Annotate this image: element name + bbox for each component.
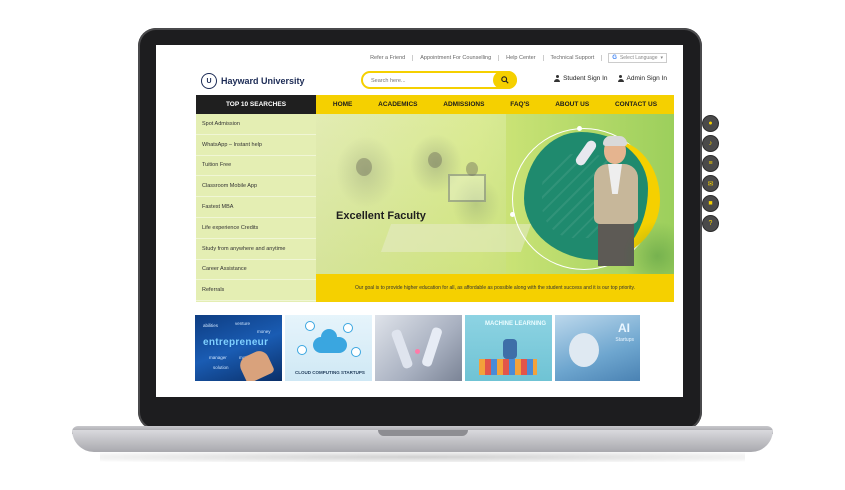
decorative-dot: [510, 212, 515, 217]
entrepreneur-word: entrepreneur: [203, 337, 269, 348]
laptop-shadow: [100, 452, 745, 462]
user-icon: [554, 75, 561, 82]
goal-strip: Our goal is to provide higher education …: [316, 274, 674, 302]
robot-arm: [390, 328, 414, 370]
top-searches-list: Spot Admission WhatsApp – Instant help T…: [196, 114, 316, 302]
logo-text: Hayward University: [221, 76, 305, 86]
user-icon: [617, 75, 624, 82]
search-icon: [501, 76, 509, 84]
search-item[interactable]: Tuition Free: [196, 156, 316, 177]
ai-caption: AI: [618, 321, 630, 335]
search-item[interactable]: Referrals: [196, 280, 316, 302]
signin-links: Student Sign In Admin Sign In: [554, 75, 667, 82]
nav-item-faqs[interactable]: FAQ'S: [510, 101, 529, 108]
site-logo[interactable]: U Hayward University: [201, 73, 305, 89]
network-node: [305, 321, 315, 331]
entrepreneur-thumbnail[interactable]: abilities venture money entrepreneur man…: [195, 315, 282, 381]
student-signin-label: Student Sign In: [563, 75, 608, 82]
university-crest-icon: U: [201, 73, 217, 89]
robot-head: [569, 333, 599, 367]
robotics-thumbnail[interactable]: [375, 315, 462, 381]
student-figure: [466, 162, 478, 176]
briefcase-icon[interactable]: ■: [702, 195, 719, 212]
glow-dot: [415, 349, 420, 354]
top-links: Refer a Friend Appointment For Counselli…: [363, 53, 667, 63]
thumb-word: venture: [235, 321, 251, 326]
thumb-word: solution: [213, 365, 229, 370]
student-figure: [356, 158, 372, 176]
help-icon[interactable]: ?: [702, 215, 719, 232]
floating-side-toolbar: ● ♪ ≡ ✉ ■ ?: [702, 115, 719, 232]
nav-item-contact-us[interactable]: CONTACT US: [615, 101, 657, 108]
search-button[interactable]: [493, 71, 517, 89]
nav-menu: HOME ACADEMICS ADMISSIONS FAQ'S ABOUT US…: [316, 95, 674, 114]
search-item[interactable]: Classroom Mobile App: [196, 176, 316, 198]
cloud-caption: CLOUD COMPUTING STARTUPS: [295, 370, 365, 375]
search-box: [361, 71, 517, 89]
help-center-link[interactable]: Help Center: [499, 55, 544, 61]
appointment-link[interactable]: Appointment For Counselling: [413, 55, 500, 61]
robot-figure: [503, 339, 517, 359]
mail-icon[interactable]: ✉: [702, 175, 719, 192]
desk-shape: [380, 224, 532, 252]
nav-item-academics[interactable]: ACADEMICS: [378, 101, 417, 108]
laptop-mockup: Refer a Friend Appointment For Counselli…: [0, 0, 845, 490]
search-item[interactable]: Life experience Credits: [196, 218, 316, 239]
thumb-word: abilities: [203, 323, 219, 328]
hand-shape: [236, 347, 276, 381]
refer-friend-link[interactable]: Refer a Friend: [363, 55, 414, 61]
search-item[interactable]: Fastest MBA: [196, 197, 316, 218]
google-icon: G: [612, 55, 617, 61]
student-signin-link[interactable]: Student Sign In: [554, 75, 608, 82]
ai-startups-thumbnail[interactable]: AI Startups: [555, 315, 640, 381]
network-node: [351, 347, 361, 357]
laptop-screen: Refer a Friend Appointment For Counselli…: [156, 45, 683, 397]
network-node: [297, 345, 307, 355]
robot-arm: [421, 326, 443, 368]
top-searches-heading: TOP 10 SEARCHES: [196, 95, 316, 114]
plant-decoration: [618, 214, 674, 274]
teacher-hair: [603, 136, 627, 146]
machine-learning-caption: MACHINE LEARNING: [485, 321, 546, 327]
cloud-startups-thumbnail[interactable]: CLOUD COMPUTING STARTUPS: [285, 315, 372, 381]
thumb-word: money: [257, 329, 271, 334]
bell-icon[interactable]: ♪: [702, 135, 719, 152]
thumbnail-row: abilities venture money entrepreneur man…: [195, 315, 675, 381]
admin-signin-link[interactable]: Admin Sign In: [617, 75, 667, 82]
thumb-word: manager: [209, 355, 227, 360]
decorative-dot: [577, 126, 582, 131]
machine-learning-thumbnail[interactable]: MACHINE LEARNING: [465, 315, 552, 381]
search-item[interactable]: Career Assistance: [196, 260, 316, 281]
student-figure: [428, 152, 442, 168]
hero-banner: Excellent Faculty: [316, 114, 674, 274]
banner-title: Excellent Faculty: [336, 210, 426, 222]
cloud-icon: [313, 329, 347, 353]
nav-item-admissions[interactable]: ADMISSIONS: [443, 101, 484, 108]
technical-support-link[interactable]: Technical Support: [544, 55, 603, 61]
nav-item-about-us[interactable]: ABOUT US: [555, 101, 589, 108]
search-item[interactable]: WhatsApp – Instant help: [196, 135, 316, 156]
nav-item-home[interactable]: HOME: [333, 101, 353, 108]
language-select[interactable]: G Select Language ▾: [608, 53, 667, 63]
language-select-label: Select Language: [619, 55, 658, 61]
search-input[interactable]: [369, 74, 491, 88]
books-stack: [479, 359, 537, 375]
search-item[interactable]: Study from anywhere and anytime: [196, 239, 316, 260]
admin-signin-label: Admin Sign In: [626, 75, 667, 82]
main-nav: TOP 10 SEARCHES HOME ACADEMICS ADMISSION…: [196, 95, 674, 114]
laptop-notch: [378, 430, 468, 436]
network-node: [343, 323, 353, 333]
list-icon[interactable]: ≡: [702, 155, 719, 172]
dropdown-arrow-icon: ▾: [660, 55, 663, 61]
ai-sub-caption: Startups: [615, 337, 634, 343]
monitor-shape: [448, 174, 486, 202]
location-icon[interactable]: ●: [702, 115, 719, 132]
search-item[interactable]: Spot Admission: [196, 114, 316, 135]
